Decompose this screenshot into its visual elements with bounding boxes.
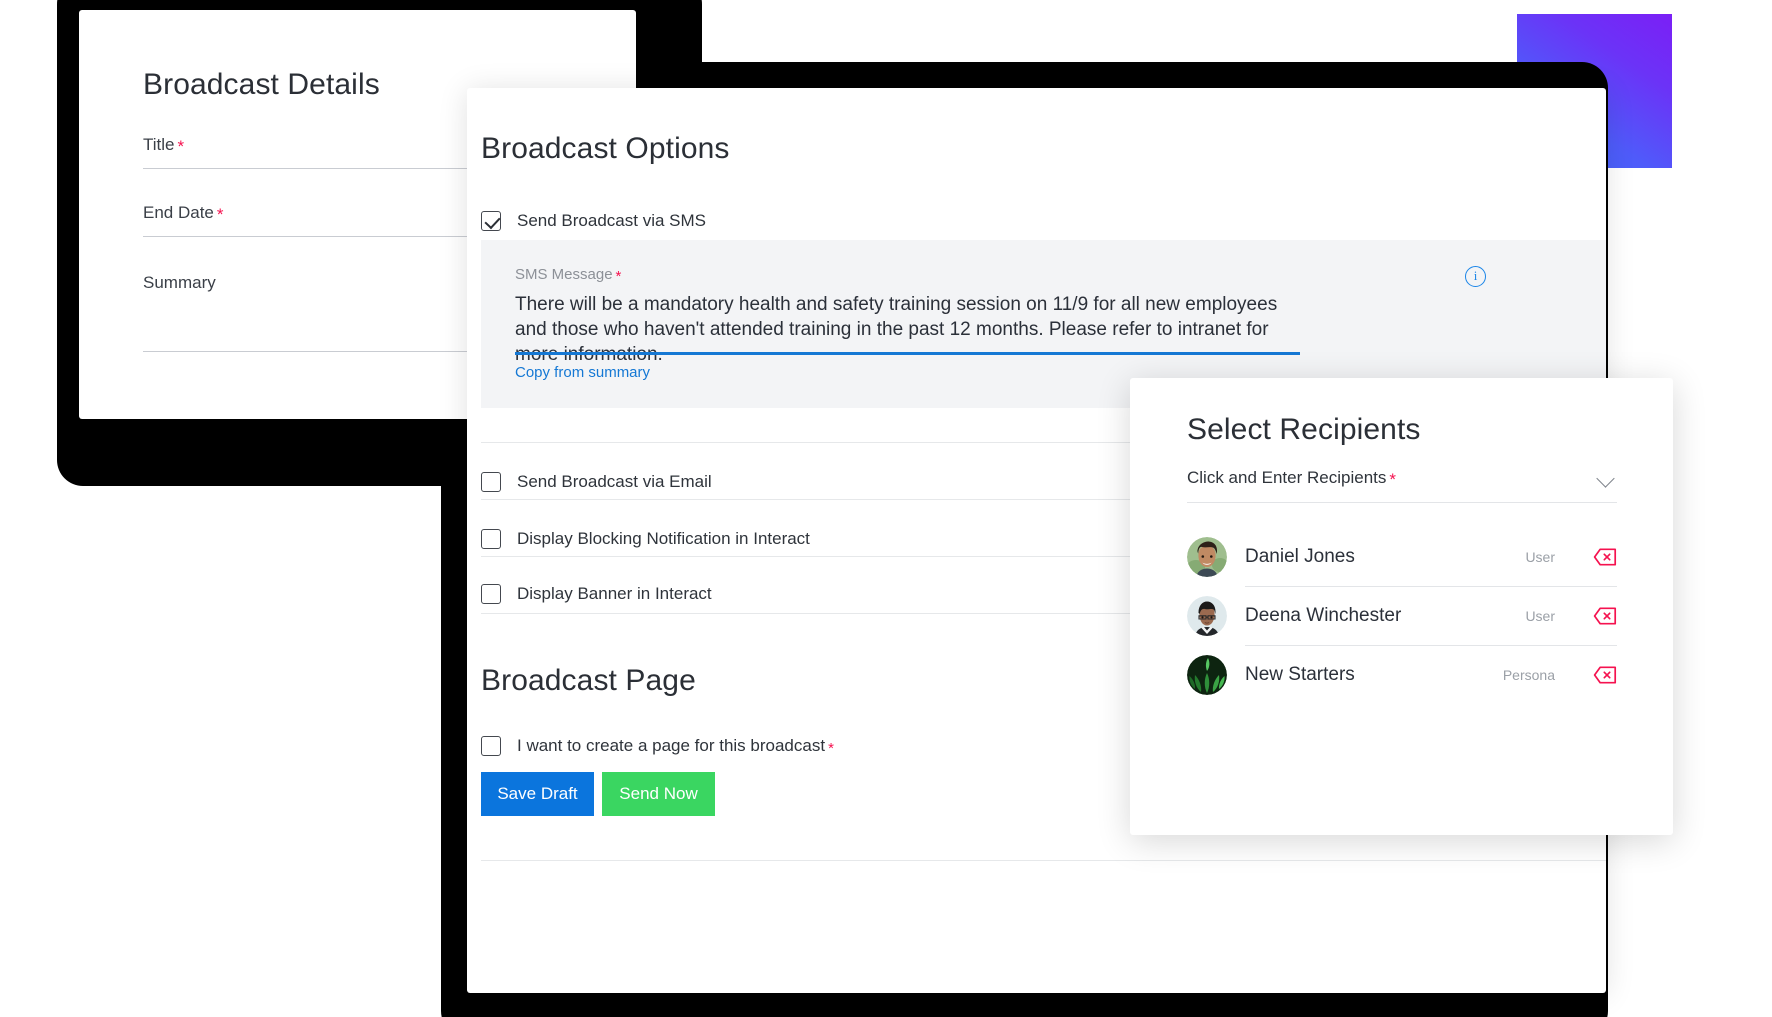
- remove-recipient-icon[interactable]: [1593, 607, 1617, 625]
- remove-recipient-icon[interactable]: [1593, 548, 1617, 566]
- recipient-type: User: [1525, 608, 1555, 624]
- required-asterisk: *: [1389, 470, 1396, 489]
- display-banner-checkbox[interactable]: [481, 584, 501, 604]
- recipient-name: Daniel Jones: [1245, 546, 1355, 567]
- sms-message-focus-underline: [515, 352, 1300, 355]
- screenshot-stage: Broadcast Details Title * End Date * Summa…: [0, 0, 1772, 1017]
- copy-from-summary-link[interactable]: Copy from summary: [515, 364, 650, 381]
- required-asterisk: *: [615, 268, 622, 285]
- display-blocking-notification-checkbox-row[interactable]: Display Blocking Notification in Interac…: [481, 511, 810, 567]
- options-bottom-divider: [481, 860, 1606, 861]
- send-now-button[interactable]: Send Now: [602, 772, 715, 816]
- avatar: [1187, 596, 1227, 636]
- avatar: [1187, 655, 1227, 695]
- send-via-email-checkbox[interactable]: [481, 472, 501, 492]
- create-page-label: I want to create a page for this broadca…: [517, 736, 834, 757]
- remove-recipient-icon[interactable]: [1593, 666, 1617, 684]
- broadcast-details-heading: Broadcast Details: [143, 68, 380, 101]
- send-via-email-checkbox-row[interactable]: Send Broadcast via Email: [481, 454, 712, 510]
- info-icon[interactable]: i: [1465, 266, 1486, 287]
- required-asterisk: *: [177, 137, 185, 156]
- send-via-sms-checkbox[interactable]: [481, 211, 501, 231]
- create-page-checkbox-row[interactable]: I want to create a page for this broadca…: [481, 718, 834, 774]
- list-item[interactable]: Daniel Jones User: [1187, 528, 1617, 586]
- display-blocking-notification-label: Display Blocking Notification in Interac…: [517, 529, 810, 548]
- recipients-select-underline: [1187, 502, 1617, 503]
- create-page-checkbox[interactable]: [481, 736, 501, 756]
- recipient-type: User: [1525, 549, 1555, 565]
- broadcast-page-heading: Broadcast Page: [481, 664, 696, 697]
- required-asterisk: *: [828, 740, 834, 757]
- send-via-email-label: Send Broadcast via Email: [517, 472, 712, 491]
- sms-message-label: SMS Message *: [515, 266, 622, 285]
- recipients-select[interactable]: Click and Enter Recipients *: [1187, 468, 1617, 503]
- list-item[interactable]: Deena Winchester User: [1187, 587, 1617, 645]
- display-blocking-notification-checkbox[interactable]: [481, 529, 501, 549]
- recipient-name: New Starters: [1245, 664, 1355, 685]
- recipients-select-label: Click and Enter Recipients *: [1187, 468, 1396, 489]
- avatar: [1187, 537, 1227, 577]
- recipient-name: Deena Winchester: [1245, 605, 1402, 626]
- sms-message-text[interactable]: There will be a mandatory health and saf…: [515, 292, 1305, 367]
- display-banner-label: Display Banner in Interact: [517, 584, 712, 603]
- send-via-sms-label: Send Broadcast via SMS: [517, 211, 706, 230]
- select-recipients-card: Select Recipients Click and Enter Recipi…: [1130, 378, 1673, 835]
- chevron-down-icon[interactable]: [1597, 472, 1617, 484]
- recipient-type: Persona: [1502, 667, 1555, 683]
- required-asterisk: *: [216, 205, 224, 224]
- save-draft-button[interactable]: Save Draft: [481, 772, 594, 816]
- list-item[interactable]: New Starters Persona: [1187, 646, 1617, 704]
- recipients-list: Daniel Jones User Deena Winchester User …: [1187, 528, 1617, 704]
- select-recipients-heading: Select Recipients: [1187, 413, 1421, 446]
